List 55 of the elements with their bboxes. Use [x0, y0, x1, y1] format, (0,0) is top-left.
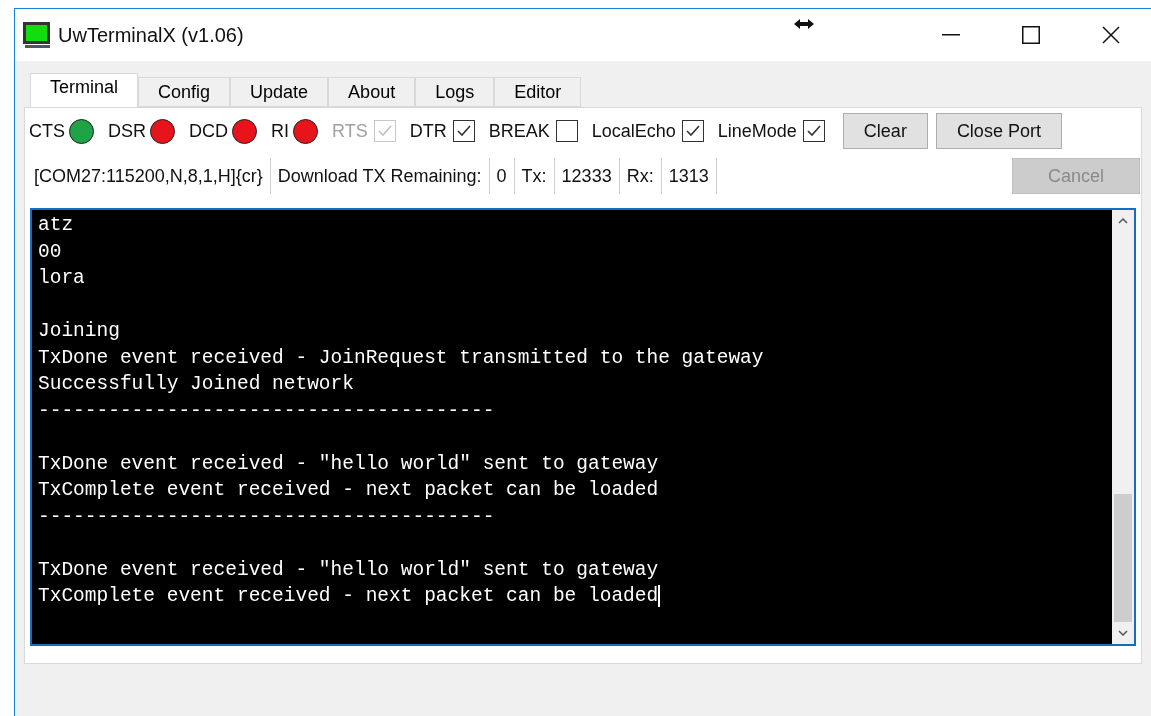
status-text: [COM27:115200,N,8,1,H]{cr}	[27, 158, 271, 194]
terminal-line: TxDone event received - "hello world" sent to gateway	[38, 451, 659, 477]
signal-label: RI	[271, 119, 289, 143]
terminal-line: ---------------------------------------	[38, 398, 495, 424]
status-text: Tx:	[514, 158, 555, 194]
checkbox[interactable]	[452, 120, 475, 142]
terminal-line: Joining	[38, 319, 120, 344]
maximize-icon	[1022, 26, 1040, 44]
tab[interactable]: About	[328, 77, 416, 107]
terminal-line: ---------------------------------------	[38, 504, 495, 530]
terminal-line: atz	[38, 213, 74, 238]
scroll-up-icon	[1118, 218, 1128, 224]
scrollbar[interactable]	[1112, 210, 1134, 644]
toolbar-button[interactable]: Close Port	[935, 113, 1062, 149]
checkbox-label: DTR	[409, 119, 447, 143]
terminal-line: TxComplete event received - next packet can be loaded	[38, 478, 659, 503]
minimize-icon	[942, 34, 960, 36]
checkbox[interactable]	[555, 120, 578, 142]
tab[interactable]: Config	[138, 77, 231, 107]
tab[interactable]: Update	[230, 77, 329, 107]
tab[interactable]: Editor	[494, 77, 582, 107]
checkbox-label: BREAK	[488, 119, 550, 143]
window-title: UwTerminalX (v1.06)	[58, 23, 244, 48]
check-icon	[805, 124, 822, 138]
resize-cursor-icon	[793, 18, 815, 30]
scroll-down-icon	[1118, 630, 1128, 636]
checkbox[interactable]	[681, 120, 704, 142]
checkbox-label: LocalEcho	[591, 119, 676, 143]
status-text: Download TX Remaining:	[270, 158, 490, 194]
terminal-line: Successfully Joined network	[38, 372, 354, 397]
terminal-app-icon	[22, 21, 52, 49]
tab[interactable]: Terminal	[30, 73, 139, 107]
checkbox[interactable]	[802, 120, 825, 142]
checkbox-label: LineMode	[717, 119, 797, 143]
terminal-line: TxDone event received - "hello world" sent to gateway	[38, 557, 659, 583]
check-icon	[376, 124, 393, 138]
check-icon	[455, 124, 472, 138]
terminal-line: TxComplete event received - next packet can be loaded	[38, 584, 659, 609]
check-icon	[684, 124, 701, 138]
tab[interactable]: Logs	[415, 77, 495, 107]
close-icon	[1102, 26, 1120, 44]
terminal-line: lora	[38, 266, 85, 291]
checkbox-label: RTS	[332, 119, 368, 143]
status-text: 0	[489, 158, 515, 194]
terminal-line: 00	[38, 239, 62, 265]
scrollbar-thumb[interactable]	[1114, 494, 1132, 622]
text-cursor	[658, 585, 661, 608]
signal-label: DSR	[108, 119, 146, 143]
toolbar-button[interactable]: Clear	[842, 113, 928, 149]
status-text: Rx:	[619, 158, 662, 194]
signal-label: CTS	[29, 119, 65, 143]
terminal-line: TxDone event received - JoinRequest transmitted to the gateway	[38, 345, 764, 371]
signal-label: DCD	[189, 119, 228, 143]
status-text: 12333	[554, 158, 620, 194]
status-text: 1313	[661, 158, 717, 194]
